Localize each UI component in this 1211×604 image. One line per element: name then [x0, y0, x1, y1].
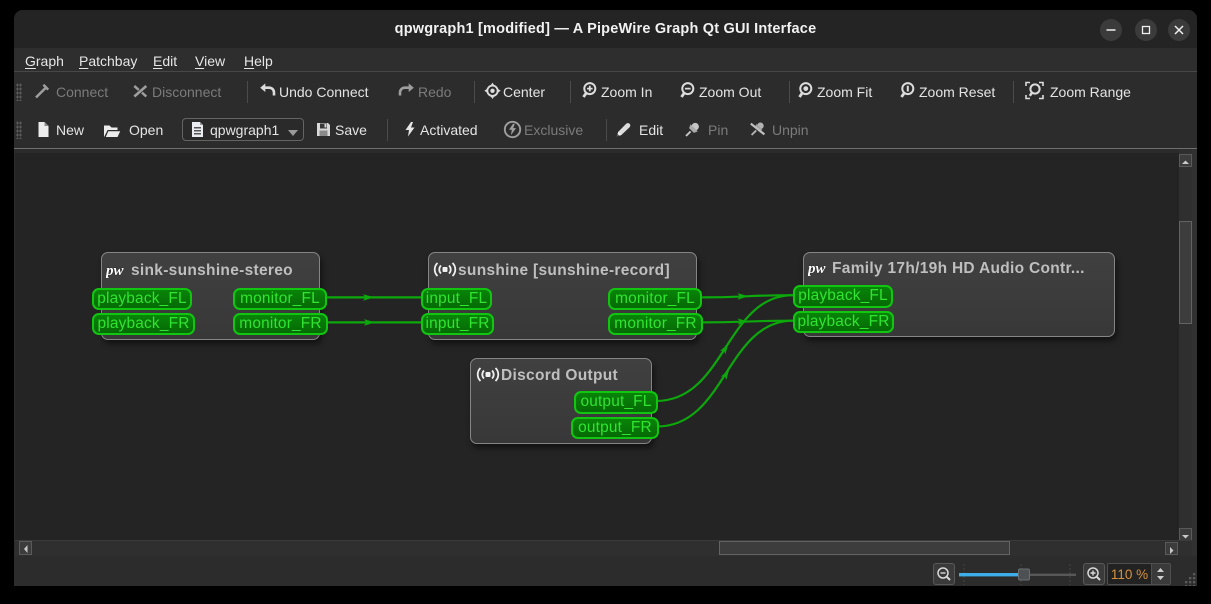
svg-text:pw: pw — [106, 263, 125, 278]
svg-text:pw: pw — [808, 261, 827, 276]
